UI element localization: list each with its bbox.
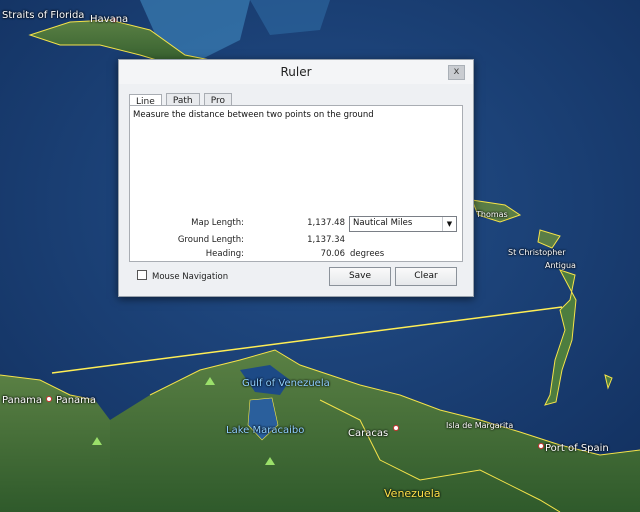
label-antigua: Antigua [545, 261, 576, 270]
dialog-title: Ruler [280, 65, 312, 79]
ground-length-value: 1,137.34 [307, 235, 345, 245]
dialog-titlebar[interactable]: Ruler x [119, 60, 473, 84]
checkbox-box[interactable] [137, 270, 147, 280]
caracas-marker-icon[interactable] [393, 425, 399, 431]
tab-bar: Line Path Pro [129, 88, 233, 112]
label-panama-country: Panama [2, 395, 43, 406]
ground-length-label: Ground Length: [177, 235, 244, 245]
label-isla-de-margarita: Isla de Margarita [446, 421, 514, 430]
map-length-label: Map Length: [191, 218, 244, 228]
close-button[interactable]: x [448, 65, 465, 80]
unit-select[interactable]: Nautical Miles ▼ [349, 216, 457, 232]
panama-city-marker-icon[interactable] [46, 396, 52, 402]
heading-label: Heading: [205, 249, 244, 259]
label-thomas: Thomas [476, 210, 508, 219]
port-of-spain-marker-icon[interactable] [538, 443, 544, 449]
map-length-value: 1,137.48 [307, 218, 345, 228]
label-panama-city: Panama [56, 395, 97, 406]
ruler-dialog: Ruler x Line Path Pro Measure the distan… [118, 59, 474, 297]
heading-unit: degrees [350, 249, 385, 259]
unit-select-value: Nautical Miles [353, 218, 413, 228]
label-caracas: Caracas [348, 428, 389, 439]
label-st-christopher: St Christopher [508, 248, 566, 257]
line-tab-panel: Measure the distance between two points … [129, 105, 463, 262]
label-port-of-spain: Port of Spain [545, 443, 609, 454]
ruler-description: Measure the distance between two points … [133, 110, 374, 120]
label-havana: Havana [90, 14, 129, 25]
clear-button[interactable]: Clear [395, 267, 457, 286]
label-venezuela: Venezuela [384, 487, 441, 500]
dialog-footer: Mouse Navigation Save Clear [129, 266, 463, 288]
chevron-down-icon[interactable]: ▼ [442, 217, 456, 231]
mouse-navigation-label: Mouse Navigation [152, 272, 229, 282]
save-button[interactable]: Save [329, 267, 391, 286]
mouse-navigation-checkbox[interactable]: Mouse Navigation [137, 270, 228, 282]
heading-value: 70.06 [320, 249, 345, 259]
label-lake-maracaibo: Lake Maracaibo [226, 425, 305, 436]
label-gulf-of-venezuela: Gulf of Venezuela [242, 378, 330, 389]
label-straits-of-florida: Straits of Florida [2, 10, 85, 21]
